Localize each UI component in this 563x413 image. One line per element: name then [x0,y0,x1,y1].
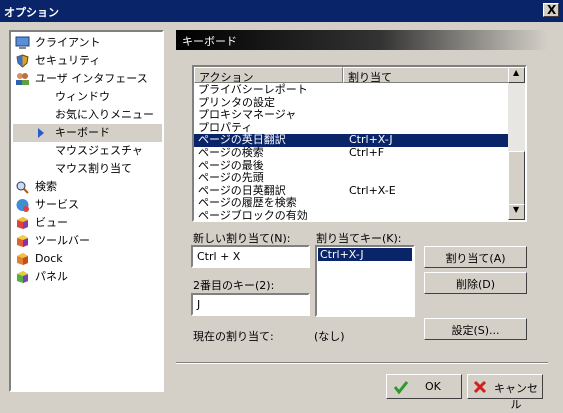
nav-label: サービス [35,198,79,211]
nav-label: クライアント [35,36,101,49]
scroll-up-button[interactable]: ▲ [508,67,525,83]
scroll-thumb[interactable] [508,151,525,207]
current-assign-value: (なし) [314,330,345,343]
nav-label: マウスジェスチャ [55,144,143,157]
category-tree[interactable]: クライアント セキュリティ ユーザ インタフェース ウィンドウ お気に入りメニュ… [9,30,164,392]
cube-icon [17,217,28,229]
nav-label: セキュリティ [35,54,101,67]
nav-item-mouse-gesture[interactable]: マウスジェスチャ [13,142,162,160]
current-assign-label: 現在の割り当て: [193,330,274,343]
nav-label: マウス割り当て [55,162,132,175]
nav-item-mouse-assign[interactable]: マウス割り当て [13,160,162,178]
assign-key-label: 割り当てキー(K): [316,232,402,245]
cross-icon [473,380,487,394]
nav-item-view[interactable]: ビュー [13,214,162,232]
assign-button[interactable]: 割り当て(A) [424,246,527,268]
nav-item-favorites-menu[interactable]: お気に入りメニュー [13,106,162,124]
second-key-label: 2番目のキー(2): [193,279,275,292]
list-item[interactable]: プロキシマネージャ [194,109,510,122]
checkmark-icon [393,381,409,395]
nav-item-security[interactable]: セキュリティ [13,52,162,70]
title-bar: オプション X [0,0,563,22]
cube-icon [17,253,28,265]
list-item[interactable]: プライバシーレポート [194,84,510,97]
cube-icon [17,271,28,283]
footer-separator [176,362,548,364]
nav-item-dock[interactable]: Dock [13,250,162,268]
nav-item-service[interactable]: サービス [13,196,162,214]
section-header: キーボード [176,30,548,50]
nav-item-window[interactable]: ウィンドウ [13,88,162,106]
delete-button[interactable]: 削除(D) [424,272,527,294]
scroll-down-button[interactable]: ▼ [508,204,525,220]
shield-icon [16,54,29,68]
nav-label: ウィンドウ [55,90,110,103]
nav-item-client[interactable]: クライアント [13,34,162,52]
new-assign-label: 新しい割り当て(N): [193,232,291,245]
action-list[interactable]: アクション 割り当て プライバシーレポート プリンタの設定 プロキシマネージャ … [192,65,527,222]
nav-label: ツールバー [35,234,90,247]
nav-label: パネル [35,270,68,283]
nav-item-keyboard[interactable]: キーボード [13,124,162,142]
ok-button[interactable]: OK [386,374,462,399]
cancel-button[interactable]: キャンセル [467,374,543,411]
settings-button[interactable]: 設定(S)... [424,318,527,340]
nav-item-panel[interactable]: パネル [13,268,162,286]
magnifier-icon [16,181,29,194]
nav-label: ビュー [35,216,68,229]
globe-icon [16,199,29,212]
list-item[interactable]: ページブロックの有効 [194,210,510,221]
nav-item-user-interface[interactable]: ユーザ インタフェース [13,70,162,88]
cube-icon [17,235,28,247]
section-title: キーボード [182,35,237,48]
nav-label: キーボード [55,126,110,139]
users-icon [16,73,29,85]
nav-label: Dock [35,252,63,265]
window-title: オプション [4,6,59,19]
close-icon: X [547,3,557,17]
arrow-down-icon: ▼ [513,205,520,214]
nav-label: ユーザ インタフェース [35,72,148,85]
new-assign-field[interactable]: Ctrl + X [191,245,310,268]
client-icon [15,36,30,49]
vertical-scrollbar[interactable]: ▲ ▼ [508,67,525,220]
column-header-assign[interactable]: 割り当て [343,67,509,84]
nav-item-toolbar[interactable]: ツールバー [13,232,162,250]
list-item[interactable]: ページの検索 Ctrl+F [194,147,510,160]
nav-label: 検索 [35,180,57,193]
arrow-icon [38,128,44,138]
arrow-up-icon: ▲ [513,68,520,77]
assign-key-list[interactable]: Ctrl+X-J [315,245,415,317]
nav-item-search[interactable]: 検索 [13,178,162,196]
close-button[interactable]: X [543,3,559,17]
list-item[interactable]: ページの先頭 [194,172,510,185]
assign-key-item[interactable]: Ctrl+X-J [318,248,412,261]
nav-label: お気に入りメニュー [55,108,154,121]
second-key-field[interactable]: J [191,293,310,316]
column-header-action[interactable]: アクション [194,67,343,84]
